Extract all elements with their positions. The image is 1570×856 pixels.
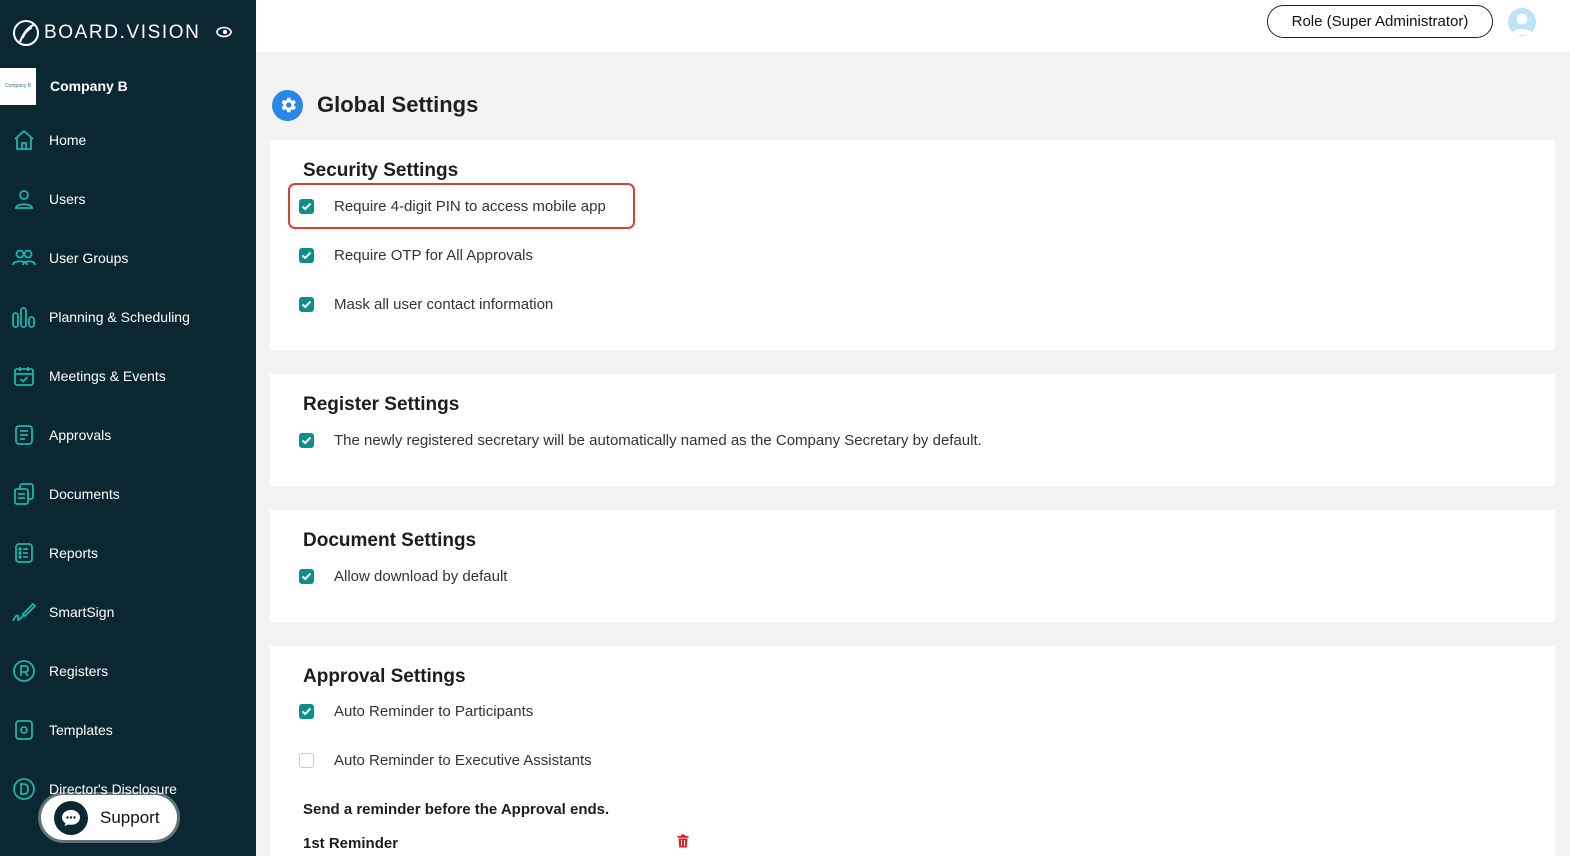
option-mask-contact[interactable]: Mask all user contact information — [299, 293, 553, 315]
eye-toggle-icon[interactable] — [216, 25, 232, 39]
support-button[interactable]: Support — [41, 795, 177, 840]
option-label: Require OTP for All Approvals — [334, 246, 533, 264]
sidebar-item-label: Approvals — [49, 427, 112, 443]
checkbox-checked[interactable] — [299, 703, 314, 719]
support-label: Support — [100, 807, 160, 827]
brand-name: BOARD.VISION — [44, 22, 201, 43]
option-label: Mask all user contact information — [334, 295, 554, 313]
sidebar-item-home[interactable]: Home — [0, 120, 256, 160]
documents-icon — [11, 481, 37, 507]
option-label: Auto Reminder to Executive Assistants — [334, 751, 592, 769]
option-auto-company-secretary[interactable]: The newly registered secretary will be a… — [299, 429, 982, 451]
sidebar-item-reports[interactable]: Reports — [0, 533, 256, 573]
sidebar-item-label: Home — [49, 132, 87, 148]
section-title: Register Settings — [303, 394, 460, 415]
sidebar-item-label: Documents — [49, 486, 120, 502]
user-groups-icon — [11, 245, 37, 271]
sidebar-item-meetings[interactable]: Meetings & Events — [0, 356, 256, 396]
option-allow-download[interactable]: Allow download by default — [299, 565, 507, 587]
option-require-otp[interactable]: Require OTP for All Approvals — [299, 244, 533, 266]
brand[interactable]: BOARD.VISION — [10, 16, 246, 50]
sidebar-item-users[interactable]: Users — [0, 179, 256, 219]
reminder-label: 1st Reminder — [303, 835, 399, 852]
sidebar-item-user-groups[interactable]: User Groups — [0, 238, 256, 278]
sidebar-item-documents[interactable]: Documents — [0, 474, 256, 514]
checkbox-checked[interactable] — [299, 296, 314, 312]
planning-icon — [11, 304, 37, 330]
company-switcher[interactable]: Company B Company B — [0, 67, 256, 105]
checkbox-checked[interactable] — [299, 247, 314, 263]
disclosure-icon — [11, 776, 37, 802]
option-label: Allow download by default — [334, 567, 508, 585]
sidebar-item-approvals[interactable]: Approvals — [0, 415, 256, 455]
section-title: Approval Settings — [303, 666, 466, 687]
document-settings-card: Document Settings Allow download by defa… — [270, 510, 1555, 622]
sidebar-item-label: Reports — [49, 545, 99, 561]
page-header: Global Settings — [272, 89, 478, 121]
home-icon — [11, 127, 37, 153]
swirl-logo-icon — [10, 17, 42, 49]
sidebar-item-label: Planning & Scheduling — [49, 309, 190, 325]
sidebar-item-label: Meetings & Events — [49, 368, 166, 384]
option-label: Auto Reminder to Participants — [334, 702, 534, 720]
security-settings-card: Security Settings Require 4-digit PIN to… — [270, 140, 1555, 350]
role-button[interactable]: Role (Super Administrator) — [1267, 5, 1493, 38]
checkbox-checked[interactable] — [299, 432, 314, 448]
option-auto-reminder-assistants[interactable]: Auto Reminder to Executive Assistants — [299, 749, 592, 771]
sidebar: BOARD.VISION Company B Company B Home Us… — [0, 0, 256, 856]
section-title: Security Settings — [303, 160, 459, 181]
sidebar-item-label: Users — [49, 191, 86, 207]
sidebar-item-label: SmartSign — [49, 604, 115, 620]
option-label: The newly registered secretary will be a… — [334, 431, 982, 449]
checkbox-checked[interactable] — [299, 568, 314, 584]
trash-icon[interactable] — [677, 834, 691, 849]
reports-icon — [11, 540, 37, 566]
checkbox-unchecked[interactable] — [299, 752, 314, 768]
sidebar-item-planning[interactable]: Planning & Scheduling — [0, 297, 256, 337]
page-title: Global Settings — [317, 92, 479, 117]
sidebar-item-templates[interactable]: Templates — [0, 710, 256, 750]
user-avatar-icon[interactable] — [1508, 8, 1536, 36]
registered-icon — [11, 658, 37, 684]
company-logo: Company B — [0, 67, 36, 105]
templates-icon — [11, 717, 37, 743]
top-bar: Role (Super Administrator) — [256, 0, 1570, 52]
company-name: Company B — [50, 78, 128, 94]
gear-icon — [272, 89, 303, 121]
signature-icon — [11, 599, 37, 625]
approval-settings-card: Approval Settings Auto Reminder to Parti… — [270, 646, 1555, 856]
user-icon — [11, 186, 37, 212]
approvals-icon — [11, 422, 37, 448]
section-title: Document Settings — [303, 530, 477, 551]
register-settings-card: Register Settings The newly registered s… — [270, 374, 1555, 486]
sidebar-item-label: Registers — [49, 663, 109, 679]
calendar-icon — [11, 363, 37, 389]
sidebar-item-smartsign[interactable]: SmartSign — [0, 592, 256, 632]
sidebar-item-label: Templates — [49, 722, 113, 738]
chat-bubble-icon — [54, 800, 88, 835]
highlight-box — [288, 183, 635, 229]
reminder-heading: Send a reminder before the Approval ends… — [303, 801, 610, 818]
option-auto-reminder-participants[interactable]: Auto Reminder to Participants — [299, 700, 533, 722]
sidebar-item-label: User Groups — [49, 250, 129, 266]
sidebar-item-registers[interactable]: Registers — [0, 651, 256, 691]
